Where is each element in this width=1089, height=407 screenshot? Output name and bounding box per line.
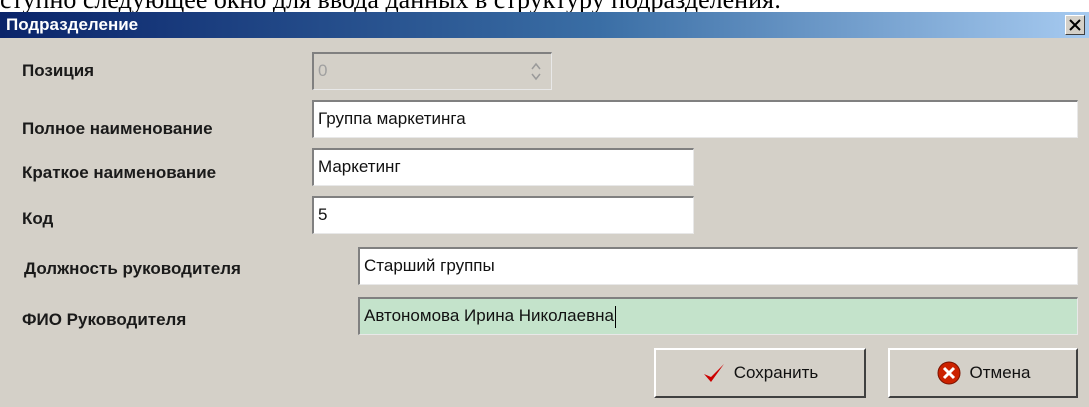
code-value: 5 xyxy=(318,205,328,224)
head-position-value: Старший группы xyxy=(364,256,495,275)
close-button[interactable] xyxy=(1065,15,1085,35)
head-name-value: Автономова Ирина Николаевна xyxy=(364,306,614,325)
full-name-value: Группа маркетинга xyxy=(318,109,466,128)
window-title: Подразделение xyxy=(6,15,139,34)
short-name-value: Маркетинг xyxy=(318,157,401,176)
close-icon xyxy=(1069,19,1081,31)
full-name-field[interactable]: Группа маркетинга xyxy=(312,100,1078,138)
position-stepper[interactable]: 0 xyxy=(312,52,552,90)
spin-down-icon[interactable] xyxy=(531,73,541,81)
cancel-button[interactable]: Отмена xyxy=(888,348,1078,398)
save-button-label: Сохранить xyxy=(733,363,819,382)
code-label: Код xyxy=(22,209,54,228)
head-name-label: ФИО Руководителя xyxy=(22,310,187,329)
full-name-label: Полное наименование xyxy=(22,119,213,138)
short-name-field[interactable]: Маркетинг xyxy=(312,148,694,186)
text-caret xyxy=(614,305,616,328)
cancel-icon xyxy=(937,361,960,385)
dialog-window: Подразделение Позиция 0 Полное наименова… xyxy=(0,12,1089,407)
title-bar[interactable]: Подразделение xyxy=(0,12,1089,38)
document-background-text: ступно следующее окно для ввода данных в… xyxy=(0,0,1089,12)
spin-up-icon[interactable] xyxy=(531,62,541,70)
position-spin-buttons[interactable] xyxy=(523,56,549,86)
head-position-field[interactable]: Старший группы xyxy=(358,247,1078,285)
checkmark-icon xyxy=(703,364,724,382)
head-position-label: Должность руководителя xyxy=(24,259,241,278)
short-name-label: Краткое наименование xyxy=(22,163,217,182)
position-label: Позиция xyxy=(22,61,95,80)
cancel-button-label: Отмена xyxy=(969,363,1031,382)
code-field[interactable]: 5 xyxy=(312,196,694,234)
head-name-field[interactable]: Автономова Ирина Николаевна xyxy=(358,297,1078,335)
save-button[interactable]: Сохранить xyxy=(654,348,866,398)
position-value: 0 xyxy=(318,61,328,80)
